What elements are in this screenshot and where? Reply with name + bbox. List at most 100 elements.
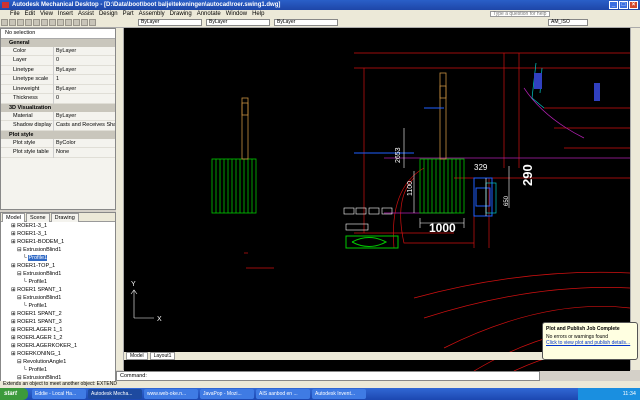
prop-row[interactable]: Layer 0: [1, 56, 115, 66]
ucs-y-label: Y: [131, 281, 136, 288]
prop-row[interactable]: Shadow display Casts and Receives Sha...: [1, 121, 115, 131]
tree-node-label: Profile1: [28, 255, 48, 261]
menu-window[interactable]: Window: [226, 11, 247, 17]
menu-part[interactable]: Part: [123, 11, 134, 17]
notification-balloon[interactable]: Plot and Publish Job Complete No errors …: [542, 322, 638, 360]
tree-node[interactable]: ⊟ ExtrusionBlind1: [1, 294, 115, 302]
menu-edit[interactable]: Edit: [25, 11, 35, 17]
tree-node-label: ROER1 SPANT_2: [17, 311, 62, 317]
tree-node[interactable]: ⊞ ROER1-3_1: [1, 222, 115, 230]
tree-node[interactable]: ⊞ ROER1 SPANT_1: [1, 286, 115, 294]
prop-row[interactable]: Linetype scale 1: [1, 75, 115, 85]
menu-drawing[interactable]: Drawing: [170, 11, 192, 17]
tree-node[interactable]: └ Profile1: [1, 302, 115, 310]
task-button[interactable]: AIS aanbod en ...: [256, 389, 310, 399]
system-tray: 11:34: [578, 388, 640, 400]
copy-icon[interactable]: [41, 19, 48, 26]
dimension-labels: 2653 329 290 1100 650 1000 Y X: [131, 147, 535, 323]
tree-node[interactable]: ⊞ ROER1-TOP_1: [1, 262, 115, 270]
save-icon[interactable]: [17, 19, 24, 26]
linetype-combo[interactable]: ByLayer: [206, 19, 270, 26]
menu-design[interactable]: Design: [99, 11, 118, 17]
prop-row[interactable]: Plot style table None: [1, 148, 115, 158]
menu-insert[interactable]: Insert: [58, 11, 73, 17]
tree-node[interactable]: ⊞ ROERLAGERKOKER_1: [1, 342, 115, 350]
properties-palette: No selection General Color ByLayer Layer 0…: [0, 28, 116, 210]
balloon-title: Plot and Publish Job Complete: [546, 326, 620, 332]
task-button[interactable]: JavaPop - Mozi...: [200, 389, 254, 399]
task-button[interactable]: Autodesk Mecha...: [88, 389, 142, 399]
tree-node[interactable]: └ Profile1: [1, 278, 115, 286]
menu-annotate[interactable]: Annotate: [197, 11, 221, 17]
close-button[interactable]: ×: [629, 1, 638, 9]
task-button[interactable]: Eddie - Local Ha...: [32, 389, 86, 399]
tree-node[interactable]: └ Profile1: [1, 366, 115, 374]
open-icon[interactable]: [9, 19, 16, 26]
tab-layout1[interactable]: Layout1: [149, 352, 176, 360]
tree-node[interactable]: ⊞ ROER1 SPANT_2: [1, 310, 115, 318]
menu-file[interactable]: File: [10, 11, 20, 17]
task-button[interactable]: www.web-oke.n...: [144, 389, 198, 399]
tree-node-label: RevolutionAngle1: [23, 359, 67, 365]
menu-view[interactable]: View: [40, 11, 53, 17]
redo-icon[interactable]: [65, 19, 72, 26]
tab-model[interactable]: Model: [2, 213, 25, 222]
layer-icon[interactable]: [89, 19, 96, 26]
tree-node-label: Profile1: [28, 367, 48, 373]
menu-help[interactable]: Help: [252, 11, 264, 17]
print-icon[interactable]: [25, 19, 32, 26]
prop-row[interactable]: Plot style ByColor: [1, 138, 115, 148]
tree-node-label: ROERKONING_1: [17, 351, 61, 357]
style-combo[interactable]: AM_ISO: [548, 19, 588, 26]
tab-scene[interactable]: Scene: [25, 213, 50, 222]
balloon-link[interactable]: Click to view plot and publish details..…: [546, 340, 634, 346]
tree-node[interactable]: ⊞ ROER1-BODEM_1: [1, 238, 115, 246]
zoom-icon[interactable]: [81, 19, 88, 26]
tree-node[interactable]: └ Profile1: [1, 254, 115, 262]
prop-row[interactable]: Color ByLayer: [1, 46, 115, 56]
prop-row[interactable]: Lineweight ByLayer: [1, 84, 115, 94]
lineweight-combo[interactable]: ByLayer: [274, 19, 338, 26]
tree-node-label: ROER1-3_1: [17, 231, 48, 237]
section-plot-style[interactable]: Plot style: [1, 130, 115, 139]
tree-node-label: ExtrusionBlind1: [23, 295, 62, 301]
drawing-svg: 2653 329 290 1100 650 1000 Y X: [130, 52, 630, 371]
command-line[interactable]: Command:: [116, 371, 540, 381]
prop-row[interactable]: Thickness 0: [1, 94, 115, 104]
prop-row[interactable]: Linetype ByLayer: [1, 65, 115, 75]
undo-icon[interactable]: [57, 19, 64, 26]
tree-node[interactable]: ⊟ ExtrusionBlind1: [1, 270, 115, 278]
dim-1000: 1000: [429, 221, 456, 235]
tree-node[interactable]: ⊟ ExtrusionBlind1: [1, 246, 115, 254]
status-bar: Extends an object to meet another object…: [0, 381, 640, 388]
section-general[interactable]: General: [1, 38, 115, 47]
task-button[interactable]: Autodesk Invent...: [312, 389, 366, 399]
selection-dropdown[interactable]: No selection: [1, 29, 115, 39]
minimize-button[interactable]: _: [609, 1, 618, 9]
paste-icon[interactable]: [49, 19, 56, 26]
help-search-input[interactable]: Type a question for help: [490, 11, 550, 17]
menu-assist[interactable]: Assist: [78, 11, 94, 17]
tree-node[interactable]: ⊞ ROER1-3_1: [1, 230, 115, 238]
tree-node[interactable]: ⊞ ROERLAGER 1_1: [1, 326, 115, 334]
tree-node[interactable]: ⊞ ROERKONING_1: [1, 350, 115, 358]
layer-combo[interactable]: ByLayer: [138, 19, 202, 26]
drawing-canvas[interactable]: 2653 329 290 1100 650 1000 Y X: [124, 28, 630, 371]
dim-2653: 2653: [395, 147, 402, 163]
green-rudder-left: [211, 158, 257, 214]
blue-part: [354, 107, 493, 217]
tree-node[interactable]: ⊞ ROER1 SPANT_3: [1, 318, 115, 326]
tree-node[interactable]: ⊞ ROERLAGER 1_2: [1, 334, 115, 342]
pan-icon[interactable]: [73, 19, 80, 26]
tab-drawing[interactable]: Drawing: [50, 213, 79, 222]
right-toolbar: [630, 28, 640, 370]
new-icon[interactable]: [1, 19, 8, 26]
tree-node[interactable]: ⊟ RevolutionAngle1: [1, 358, 115, 366]
prop-row[interactable]: Material ByLayer: [1, 111, 115, 121]
menu-assembly[interactable]: Assembly: [139, 11, 165, 17]
cut-icon[interactable]: [33, 19, 40, 26]
section-3d-visualization[interactable]: 3D Visualization: [1, 103, 115, 112]
maximize-button[interactable]: □: [619, 1, 628, 9]
tab-model-layout[interactable]: Model: [126, 352, 148, 360]
start-button[interactable]: start: [0, 388, 28, 400]
